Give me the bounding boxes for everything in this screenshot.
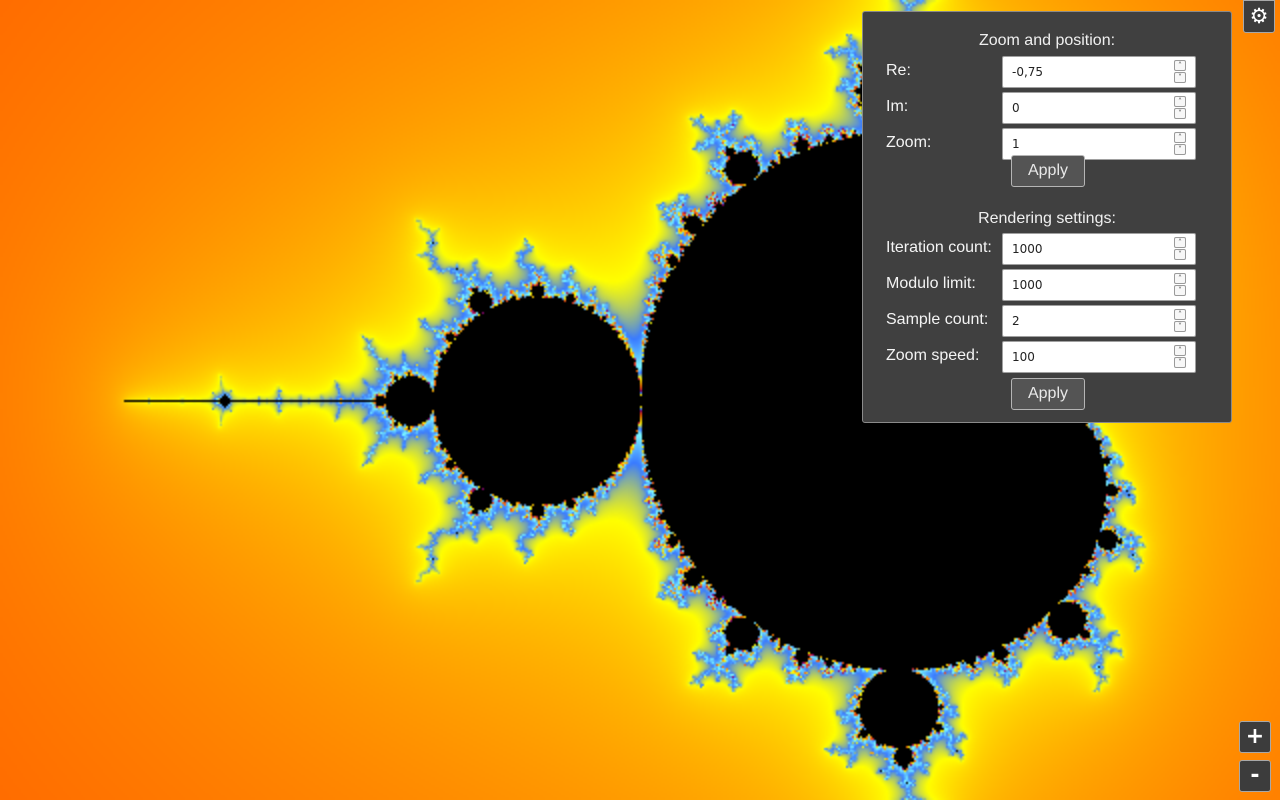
re-field: ˄ ˅: [1002, 56, 1196, 88]
sample-count-field: ˄ ˅: [1002, 305, 1196, 337]
sample-count-decrement-button[interactable]: ˅: [1174, 321, 1186, 332]
im-input[interactable]: [1003, 93, 1172, 123]
sample-count-increment-button[interactable]: ˄: [1174, 309, 1186, 320]
zoom-spinner: ˄ ˅: [1174, 132, 1186, 156]
modulo-limit-input[interactable]: [1003, 270, 1172, 300]
zoom-in-button[interactable]: +: [1239, 721, 1271, 753]
iteration-count-input[interactable]: [1003, 234, 1172, 264]
sample-count-row: Sample count: ˄ ˅: [886, 305, 1198, 337]
zoom-speed-input[interactable]: [1003, 342, 1172, 372]
im-decrement-button[interactable]: ˅: [1174, 108, 1186, 119]
re-input[interactable]: [1003, 57, 1172, 87]
sample-count-input[interactable]: [1003, 306, 1172, 336]
zoom-increment-button[interactable]: ˄: [1174, 132, 1186, 143]
im-increment-button[interactable]: ˄: [1174, 96, 1186, 107]
settings-gear-button[interactable]: ⚙: [1243, 0, 1275, 33]
iteration-count-decrement-button[interactable]: ˅: [1174, 249, 1186, 260]
zoom-speed-spinner: ˄ ˅: [1174, 345, 1186, 369]
im-spinner: ˄ ˅: [1174, 96, 1186, 120]
re-increment-button[interactable]: ˄: [1174, 60, 1186, 71]
modulo-limit-increment-button[interactable]: ˄: [1174, 273, 1186, 284]
settings-panel: Zoom and position: Re: ˄ ˅ Im: ˄ ˅ Zoom:…: [862, 11, 1232, 423]
im-field: ˄ ˅: [1002, 92, 1196, 124]
modulo-limit-spinner: ˄ ˅: [1174, 273, 1186, 297]
zoom-decrement-button[interactable]: ˅: [1174, 144, 1186, 155]
zoom-speed-row: Zoom speed: ˄ ˅: [886, 341, 1198, 373]
zoom-label: Zoom:: [886, 134, 932, 151]
zoom-speed-label: Zoom speed:: [886, 347, 980, 364]
rendering-settings-title: Rendering settings:: [978, 210, 1116, 227]
sample-count-label: Sample count:: [886, 311, 989, 328]
apply-position-button[interactable]: Apply: [1011, 155, 1085, 187]
apply-rendering-button[interactable]: Apply: [1011, 378, 1085, 410]
gear-icon: ⚙: [1249, 4, 1269, 28]
zoom-speed-field: ˄ ˅: [1002, 341, 1196, 373]
modulo-limit-label: Modulo limit:: [886, 275, 976, 292]
im-row: Im: ˄ ˅: [886, 92, 1198, 124]
iteration-count-spinner: ˄ ˅: [1174, 237, 1186, 261]
re-label: Re:: [886, 62, 911, 79]
re-row: Re: ˄ ˅: [886, 56, 1198, 88]
iteration-count-row: Iteration count: ˄ ˅: [886, 233, 1198, 265]
iteration-count-label: Iteration count:: [886, 239, 992, 256]
zoom-out-button[interactable]: -: [1239, 760, 1271, 792]
modulo-limit-row: Modulo limit: ˄ ˅: [886, 269, 1198, 301]
re-spinner: ˄ ˅: [1174, 60, 1186, 84]
iteration-count-field: ˄ ˅: [1002, 233, 1196, 265]
re-decrement-button[interactable]: ˅: [1174, 72, 1186, 83]
im-label: Im:: [886, 98, 909, 115]
modulo-limit-decrement-button[interactable]: ˅: [1174, 285, 1186, 296]
zoom-speed-decrement-button[interactable]: ˅: [1174, 357, 1186, 368]
zoom-speed-increment-button[interactable]: ˄: [1174, 345, 1186, 356]
zoom-position-title: Zoom and position:: [978, 32, 1116, 49]
iteration-count-increment-button[interactable]: ˄: [1174, 237, 1186, 248]
sample-count-spinner: ˄ ˅: [1174, 309, 1186, 333]
modulo-limit-field: ˄ ˅: [1002, 269, 1196, 301]
